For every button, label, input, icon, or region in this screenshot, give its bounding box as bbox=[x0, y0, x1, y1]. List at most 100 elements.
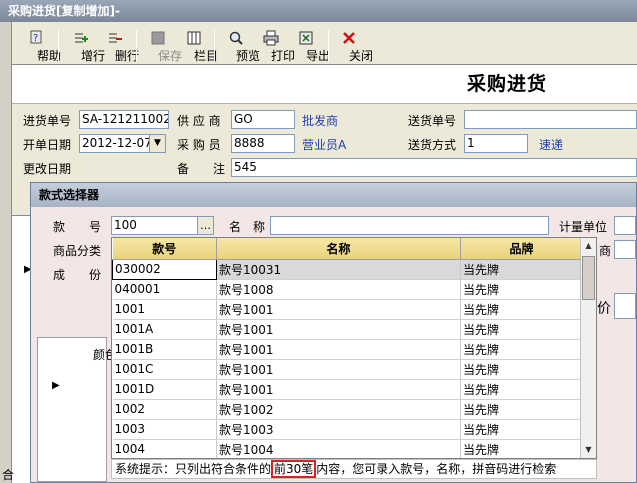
column-header-style-no[interactable]: 款号 bbox=[112, 238, 217, 260]
cell-style-no: 1001D bbox=[112, 379, 217, 400]
help-button[interactable]: ? 帮助 bbox=[22, 28, 61, 64]
supplier-field[interactable]: GO bbox=[231, 110, 295, 129]
columns-icon bbox=[186, 30, 202, 46]
preview-button[interactable]: 预览 bbox=[220, 28, 260, 64]
table-row[interactable]: 030002 款号10031 当先牌 bbox=[112, 258, 583, 280]
table-row[interactable]: 1001C 款号1001 当先牌 bbox=[112, 359, 583, 380]
composition-label: 成 份 bbox=[53, 268, 102, 282]
cell-style-no: 1001 bbox=[112, 299, 217, 320]
total-label: 合 bbox=[2, 468, 15, 482]
cell-style-no: 1001C bbox=[112, 359, 217, 380]
delivery-method-field[interactable]: 1 bbox=[464, 134, 528, 153]
close-label: 关闭 bbox=[349, 49, 374, 63]
table-row[interactable]: 1001A 款号1001 当先牌 bbox=[112, 319, 583, 340]
column-header-brand[interactable]: 品牌 bbox=[460, 238, 583, 260]
delivery-method-label: 送货方式 bbox=[408, 138, 457, 152]
chevron-down-icon[interactable]: ▼ bbox=[149, 135, 165, 152]
cell-brand: 当先牌 bbox=[460, 259, 583, 280]
cell-brand: 当先牌 bbox=[460, 419, 583, 440]
style-selector-dialog: 款式选择器 款 号 100 … 名 称 计量单位 商品分类 商 成 份 价 颜色… bbox=[30, 182, 637, 483]
style-no-field[interactable]: 100 … bbox=[111, 216, 214, 235]
cell-style-no: 1001B bbox=[112, 339, 217, 360]
cell-brand: 当先牌 bbox=[460, 399, 583, 420]
dialog-title: 款式选择器 bbox=[31, 183, 636, 207]
order-no-field[interactable]: SA-121211002 bbox=[79, 110, 169, 129]
help-icon: ? bbox=[29, 30, 45, 46]
cell-name: 款号1001 bbox=[216, 359, 461, 380]
cell-brand: 当先牌 bbox=[460, 319, 583, 340]
modified-date-label: 更改日期 bbox=[23, 162, 72, 176]
delivery-no-label: 送货单号 bbox=[408, 114, 457, 128]
cell-name: 款号1004 bbox=[216, 439, 461, 458]
cell-name: 款号1001 bbox=[216, 339, 461, 360]
table-row[interactable]: 1001B 款号1001 当先牌 bbox=[112, 339, 583, 360]
close-button[interactable]: 关闭 bbox=[334, 28, 373, 64]
left-strip bbox=[0, 22, 12, 483]
save-button[interactable]: 保存 bbox=[142, 28, 182, 64]
name-label: 名 称 bbox=[229, 220, 266, 234]
table-row[interactable]: 1001D 款号1001 当先牌 bbox=[112, 379, 583, 400]
toolbar-separator bbox=[58, 30, 59, 62]
unit-field[interactable] bbox=[614, 216, 636, 235]
table-row[interactable]: 1001 款号1001 当先牌 bbox=[112, 299, 583, 320]
cell-style-no: 1003 bbox=[112, 419, 217, 440]
cell-style-no: 030002 bbox=[112, 258, 217, 280]
ellipsis-icon[interactable]: … bbox=[197, 217, 213, 234]
note-field[interactable]: 545 bbox=[231, 158, 637, 177]
hint-highlight: 前30笔 bbox=[271, 460, 317, 478]
print-button[interactable]: 打印 bbox=[255, 28, 295, 64]
delete-row-icon bbox=[107, 30, 123, 46]
side-label-merchant: 商 bbox=[599, 244, 612, 258]
category-label: 商品分类 bbox=[53, 244, 102, 258]
scroll-down-icon[interactable]: ▼ bbox=[581, 442, 596, 458]
buyer-name-link[interactable]: 营业员A bbox=[302, 136, 346, 153]
buyer-label: 采 购 员 bbox=[177, 138, 221, 152]
cell-name: 款号1002 bbox=[216, 399, 461, 420]
cell-style-no: 1001A bbox=[112, 319, 217, 340]
delivery-no-field[interactable] bbox=[464, 110, 637, 129]
toolbar: ? 帮助 增行 删行 保存 栏目 预览 打印 导出 关闭 bbox=[12, 28, 637, 64]
unit-label: 计量单位 bbox=[559, 220, 608, 234]
scroll-thumb[interactable] bbox=[582, 256, 595, 300]
system-hint: 系统提示：只列出符合条件的 前30笔 内容，您可录入款号，名称，拼音码进行检索 bbox=[111, 459, 597, 479]
color-grid[interactable]: 颜色 ▶ bbox=[37, 337, 117, 482]
save-icon bbox=[150, 30, 166, 46]
column-header-name[interactable]: 名称 bbox=[216, 238, 461, 260]
hint-prefix: 系统提示：只列出符合条件的 bbox=[115, 462, 272, 476]
columns-button[interactable]: 栏目 bbox=[178, 28, 218, 64]
row-pointer-icon: ▶ bbox=[52, 380, 60, 391]
dialog-body: 款 号 100 … 名 称 计量单位 商品分类 商 成 份 价 颜色 ▶ 款号 … bbox=[31, 207, 636, 482]
supplier-name-link[interactable]: 批发商 bbox=[302, 112, 338, 129]
delete-row-button[interactable]: 删行 bbox=[100, 28, 139, 64]
style-no-label: 款 号 bbox=[53, 220, 102, 234]
date-value: 2012-12-07 bbox=[82, 136, 152, 150]
vertical-scrollbar[interactable]: ▲ ▼ bbox=[580, 238, 596, 458]
export-button[interactable]: 导出 bbox=[290, 28, 330, 64]
toolbar-separator bbox=[328, 30, 329, 62]
add-row-icon bbox=[73, 30, 89, 46]
name-field[interactable] bbox=[270, 216, 549, 235]
export-label: 导出 bbox=[306, 49, 331, 63]
cell-name: 款号1001 bbox=[216, 319, 461, 340]
side-field-2[interactable] bbox=[614, 293, 636, 319]
side-field-1[interactable] bbox=[614, 240, 636, 259]
table-row[interactable]: 040001 款号1008 当先牌 bbox=[112, 279, 583, 300]
cell-brand: 当先牌 bbox=[460, 439, 583, 458]
style-results-table[interactable]: 款号 名称 品牌 030002 款号10031 当先牌 040001 款号1008 当先… bbox=[111, 237, 597, 459]
toolbar-separator bbox=[214, 30, 215, 62]
delivery-method-link[interactable]: 速递 bbox=[539, 136, 563, 153]
cell-brand: 当先牌 bbox=[460, 359, 583, 380]
table-row[interactable]: 1002 款号1002 当先牌 bbox=[112, 399, 583, 420]
window-title: 采购进货[复制增加]- bbox=[0, 0, 637, 22]
date-combo[interactable]: 2012-12-07 ▼ bbox=[79, 134, 166, 153]
table-row[interactable]: 1003 款号1003 当先牌 bbox=[112, 419, 583, 440]
cell-name: 款号1003 bbox=[216, 419, 461, 440]
printer-icon bbox=[263, 30, 279, 46]
table-row[interactable]: 1004 款号1004 当先牌 bbox=[112, 439, 583, 458]
cell-brand: 当先牌 bbox=[460, 339, 583, 360]
svg-text:?: ? bbox=[33, 33, 38, 44]
buyer-field[interactable]: 8888 bbox=[231, 134, 295, 153]
scroll-up-icon[interactable]: ▲ bbox=[581, 238, 596, 254]
add-row-button[interactable]: 增行 bbox=[66, 28, 105, 64]
style-no-value: 100 bbox=[114, 218, 137, 232]
